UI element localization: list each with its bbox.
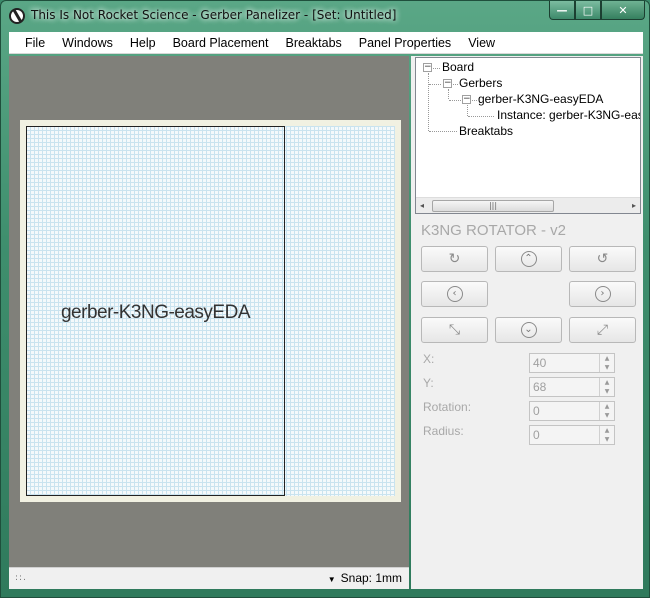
window-title: This Is Not Rocket Science - Gerber Pane… [31, 8, 397, 22]
tree-connector [428, 73, 429, 131]
window-controls: — □ ✕ [549, 1, 645, 21]
menu-file[interactable]: File [9, 36, 53, 50]
scroll-left-icon[interactable]: ◂ [420, 201, 424, 210]
tree-node-instance[interactable]: Instance: gerber-K3NG-easyEDA [497, 108, 640, 122]
chevron-left-icon: ‹ [446, 286, 463, 302]
rotation-stepper[interactable]: ▲ ▼ [529, 401, 615, 421]
expand-button[interactable]: ⤡ [421, 317, 488, 343]
resize-grip-icon[interactable]: ::. [15, 573, 27, 583]
scroll-right-icon[interactable]: ▸ [632, 201, 636, 210]
spin-up-icon[interactable]: ▲ [600, 378, 614, 387]
spin-down-icon[interactable]: ▼ [600, 411, 614, 420]
tree-connector [467, 105, 468, 116]
spin-up-icon[interactable]: ▲ [600, 402, 614, 411]
snap-label: Snap: 1mm [340, 571, 402, 585]
shrink-icon: ⤢ [596, 322, 609, 338]
menu-help[interactable]: Help [122, 36, 164, 50]
minimize-button[interactable]: — [549, 1, 575, 20]
rotate-ccw-icon: ↺ [596, 251, 609, 267]
tree-node-gerber-item[interactable]: gerber-K3NG-easyEDA [478, 92, 603, 106]
x-field[interactable] [530, 354, 600, 372]
rotator-title: K3NG ROTATOR - v2 [421, 222, 567, 239]
x-stepper[interactable]: ▲ ▼ [529, 353, 615, 373]
x-spin-buttons[interactable]: ▲ ▼ [599, 354, 614, 372]
radius-label: Radius: [423, 424, 464, 438]
move-up-button[interactable]: ⌃ [495, 246, 562, 272]
tree-connector [448, 89, 449, 99]
y-stepper[interactable]: ▲ ▼ [529, 377, 615, 397]
menu-panel-properties[interactable]: Panel Properties [351, 36, 459, 50]
title-bar[interactable]: This Is Not Rocket Science - Gerber Pane… [1, 1, 649, 31]
tree-hscrollbar[interactable]: ◂ ||| ▸ [416, 197, 640, 213]
tree-connector [449, 100, 461, 101]
menu-breaktabs[interactable]: Breaktabs [277, 36, 349, 50]
spin-up-icon[interactable]: ▲ [600, 426, 614, 435]
tree-node-breaktabs[interactable]: Breaktabs [459, 124, 513, 138]
board-label: gerber-K3NG-easyEDA [60, 302, 251, 323]
close-button[interactable]: ✕ [601, 1, 645, 20]
radius-spin-buttons[interactable]: ▲ ▼ [599, 426, 614, 444]
menu-windows[interactable]: Windows [54, 36, 121, 50]
tree-connector [429, 131, 457, 132]
tree-collapse-icon[interactable]: − [462, 95, 471, 104]
side-panel: − Board − Gerbers − gerber-K3NG-easyEDA … [411, 56, 643, 589]
tree-node-board[interactable]: Board [442, 60, 474, 74]
menu-bar: File Windows Help Board Placement Breakt… [9, 32, 643, 54]
spin-down-icon[interactable]: ▼ [600, 387, 614, 396]
y-field[interactable] [530, 378, 600, 396]
y-spin-buttons[interactable]: ▲ ▼ [599, 378, 614, 396]
spin-down-icon[interactable]: ▼ [600, 363, 614, 372]
rotate-cw-icon: ↻ [448, 251, 461, 267]
snap-dropdown[interactable]: ▼ Snap: 1mm [328, 571, 402, 585]
x-label: X: [423, 352, 435, 366]
move-left-button[interactable]: ‹ [421, 281, 488, 307]
tree-connector [453, 84, 458, 85]
maximize-button[interactable]: □ [575, 1, 601, 20]
chevron-down-icon: ⌄ [520, 322, 537, 338]
panel-canvas[interactable]: gerber-K3NG-easyEDA [9, 56, 409, 567]
dropdown-arrow-icon: ▼ [327, 575, 336, 584]
app-logo-icon[interactable] [9, 8, 25, 24]
rotation-label: Rotation: [423, 400, 472, 414]
y-label: Y: [423, 376, 434, 390]
board-tree[interactable]: − Board − Gerbers − gerber-K3NG-easyEDA … [415, 57, 641, 214]
rotation-spin-buttons[interactable]: ▲ ▼ [599, 402, 614, 420]
shrink-button[interactable]: ⤢ [569, 317, 636, 343]
scroll-thumb[interactable]: ||| [432, 200, 554, 212]
tree-collapse-icon[interactable]: − [423, 63, 432, 72]
rotate-cw-button[interactable]: ↻ [421, 246, 488, 272]
radius-stepper[interactable]: ▲ ▼ [529, 425, 615, 445]
app-window: This Is Not Rocket Science - Gerber Pane… [0, 0, 650, 598]
tree-connector [472, 100, 477, 101]
spin-up-icon[interactable]: ▲ [600, 354, 614, 363]
spin-down-icon[interactable]: ▼ [600, 435, 614, 444]
menu-board-placement[interactable]: Board Placement [165, 36, 277, 50]
chevron-up-icon: ⌃ [520, 251, 537, 267]
tree-connector [468, 116, 494, 117]
expand-icon: ⤡ [448, 322, 461, 338]
move-down-button[interactable]: ⌄ [495, 317, 562, 343]
radius-field[interactable] [530, 426, 600, 444]
rotation-field[interactable] [530, 402, 600, 420]
move-right-button[interactable]: › [569, 281, 636, 307]
tree-connector [433, 68, 440, 69]
menu-view[interactable]: View [460, 36, 503, 50]
status-bar: ::. ▼ Snap: 1mm [9, 567, 409, 589]
rotate-ccw-button[interactable]: ↺ [569, 246, 636, 272]
tree-collapse-icon[interactable]: − [443, 79, 452, 88]
tree-node-gerbers[interactable]: Gerbers [459, 76, 502, 90]
tree-connector [429, 84, 441, 85]
chevron-right-icon: › [594, 286, 611, 302]
